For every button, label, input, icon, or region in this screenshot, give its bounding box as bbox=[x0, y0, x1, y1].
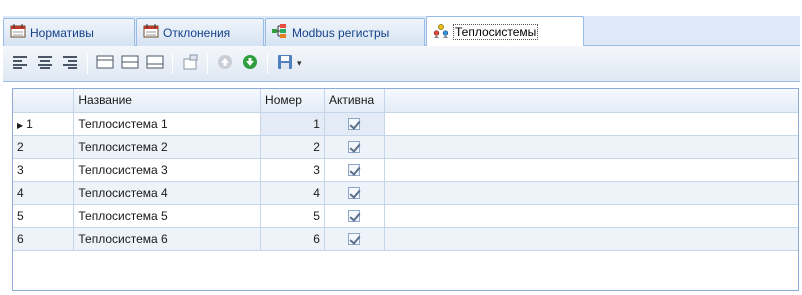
row-index-cell[interactable]: 3 bbox=[13, 158, 75, 182]
name-cell[interactable]: Теплосистема 2 bbox=[73, 135, 262, 159]
name-cell[interactable]: Теплосистема 5 bbox=[73, 204, 262, 228]
filler-cell bbox=[384, 135, 798, 159]
row-index: 1 bbox=[26, 116, 33, 131]
align-left-button[interactable] bbox=[9, 53, 31, 75]
filler-cell bbox=[384, 112, 798, 136]
dropdown-arrow-icon[interactable]: ▾ bbox=[297, 58, 302, 69]
active-checkbox[interactable] bbox=[348, 210, 361, 223]
filler-cell bbox=[384, 181, 798, 205]
calendar-icon bbox=[143, 24, 159, 41]
save-button[interactable] bbox=[274, 53, 296, 75]
align-center-icon bbox=[37, 55, 53, 72]
column-header-index[interactable] bbox=[13, 89, 75, 113]
number-cell[interactable]: 4 bbox=[260, 181, 325, 205]
number-cell[interactable]: 3 bbox=[260, 158, 325, 182]
tab-modbus-registers[interactable]: Modbus регистры bbox=[265, 18, 425, 46]
name-cell[interactable]: Теплосистема 1 bbox=[73, 112, 262, 136]
tab-label: Нормативы bbox=[30, 25, 94, 40]
grid-table: Название Номер Активна ▶ 1 Теплосистема 1… bbox=[13, 89, 798, 251]
name-cell[interactable]: Теплосистема 3 bbox=[73, 158, 262, 182]
number-cell[interactable]: 5 bbox=[260, 204, 325, 228]
name-cell[interactable]: Теплосистема 4 bbox=[73, 181, 262, 205]
tab-label: Modbus регистры bbox=[292, 25, 390, 40]
number-cell[interactable]: 2 bbox=[260, 135, 325, 159]
network-icon bbox=[272, 24, 288, 41]
tab-label: Теплосистемы bbox=[453, 24, 539, 40]
number-cell[interactable]: 6 bbox=[260, 227, 325, 251]
column-header-number[interactable]: Номер bbox=[260, 89, 325, 113]
data-grid: Название Номер Активна ▶ 1 Теплосистема 1… bbox=[12, 88, 799, 291]
toolbar: ▾ bbox=[3, 46, 800, 82]
move-up-button[interactable] bbox=[214, 53, 236, 75]
column-header-filler bbox=[384, 89, 798, 113]
tab-label: Отклонения bbox=[163, 25, 231, 40]
active-checkbox[interactable] bbox=[348, 141, 361, 154]
save-icon bbox=[277, 54, 293, 73]
row-index-cell[interactable]: 5 bbox=[13, 204, 75, 228]
filler-cell bbox=[384, 227, 798, 251]
row-index-cell[interactable]: 6 bbox=[13, 227, 75, 251]
tab-strip: Нормативы Отклонения Modbus регистры Теп… bbox=[3, 16, 800, 47]
row-index-cell[interactable]: 2 bbox=[13, 135, 75, 159]
filler-cell bbox=[384, 158, 798, 182]
layout-2-button[interactable] bbox=[119, 53, 141, 75]
tab-deviations[interactable]: Отклонения bbox=[136, 18, 264, 46]
table-row[interactable]: 2 Теплосистема 2 2 bbox=[13, 135, 798, 159]
align-right-button[interactable] bbox=[59, 53, 81, 75]
toolbar-separator bbox=[267, 53, 268, 74]
layout-1-icon bbox=[96, 55, 114, 72]
column-header-active[interactable]: Активна bbox=[324, 89, 385, 113]
active-cell[interactable] bbox=[324, 181, 385, 205]
active-checkbox[interactable] bbox=[348, 233, 361, 246]
new-window-button[interactable] bbox=[179, 53, 201, 75]
column-header-name[interactable]: Название bbox=[73, 89, 262, 113]
align-left-icon bbox=[12, 55, 28, 72]
layout-2-icon bbox=[121, 55, 139, 72]
up-icon bbox=[217, 54, 233, 73]
layout-1-button[interactable] bbox=[94, 53, 116, 75]
active-checkbox[interactable] bbox=[348, 164, 361, 177]
active-cell[interactable] bbox=[324, 204, 385, 228]
active-cell[interactable] bbox=[324, 158, 385, 182]
name-cell[interactable]: Теплосистема 6 bbox=[73, 227, 262, 251]
table-row[interactable]: ▶ 1 Теплосистема 1 1 bbox=[13, 112, 798, 136]
toolbar-separator bbox=[172, 53, 173, 74]
row-index-cell[interactable]: 4 bbox=[13, 181, 75, 205]
tab-heat-systems[interactable]: Теплосистемы bbox=[426, 16, 584, 47]
toolbar-separator bbox=[87, 53, 88, 74]
layout-3-icon bbox=[146, 55, 164, 72]
calendar-icon bbox=[10, 24, 26, 41]
move-down-button[interactable] bbox=[239, 53, 261, 75]
active-checkbox[interactable] bbox=[348, 118, 361, 131]
table-row[interactable]: 3 Теплосистема 3 3 bbox=[13, 158, 798, 182]
header-row: Название Номер Активна bbox=[13, 89, 798, 113]
people-icon bbox=[433, 23, 449, 41]
active-checkbox[interactable] bbox=[348, 187, 361, 200]
active-cell[interactable] bbox=[324, 227, 385, 251]
active-cell[interactable] bbox=[324, 112, 385, 136]
number-cell[interactable]: 1 bbox=[260, 112, 325, 136]
layout-3-button[interactable] bbox=[144, 53, 166, 75]
window: Нормативы Отклонения Modbus регистры Теп… bbox=[3, 6, 800, 295]
align-center-button[interactable] bbox=[34, 53, 56, 75]
table-row[interactable]: 4 Теплосистема 4 4 bbox=[13, 181, 798, 205]
new-window-icon bbox=[182, 54, 198, 73]
active-cell[interactable] bbox=[324, 135, 385, 159]
filler-cell bbox=[384, 204, 798, 228]
row-index-cell[interactable]: ▶ 1 bbox=[13, 112, 75, 136]
table-row[interactable]: 6 Теплосистема 6 6 bbox=[13, 227, 798, 251]
current-row-icon: ▶ bbox=[17, 120, 24, 130]
tab-normatives[interactable]: Нормативы bbox=[3, 18, 135, 46]
align-right-icon bbox=[62, 55, 78, 72]
toolbar-separator bbox=[207, 53, 208, 74]
table-row[interactable]: 5 Теплосистема 5 5 bbox=[13, 204, 798, 228]
down-icon bbox=[242, 54, 258, 73]
